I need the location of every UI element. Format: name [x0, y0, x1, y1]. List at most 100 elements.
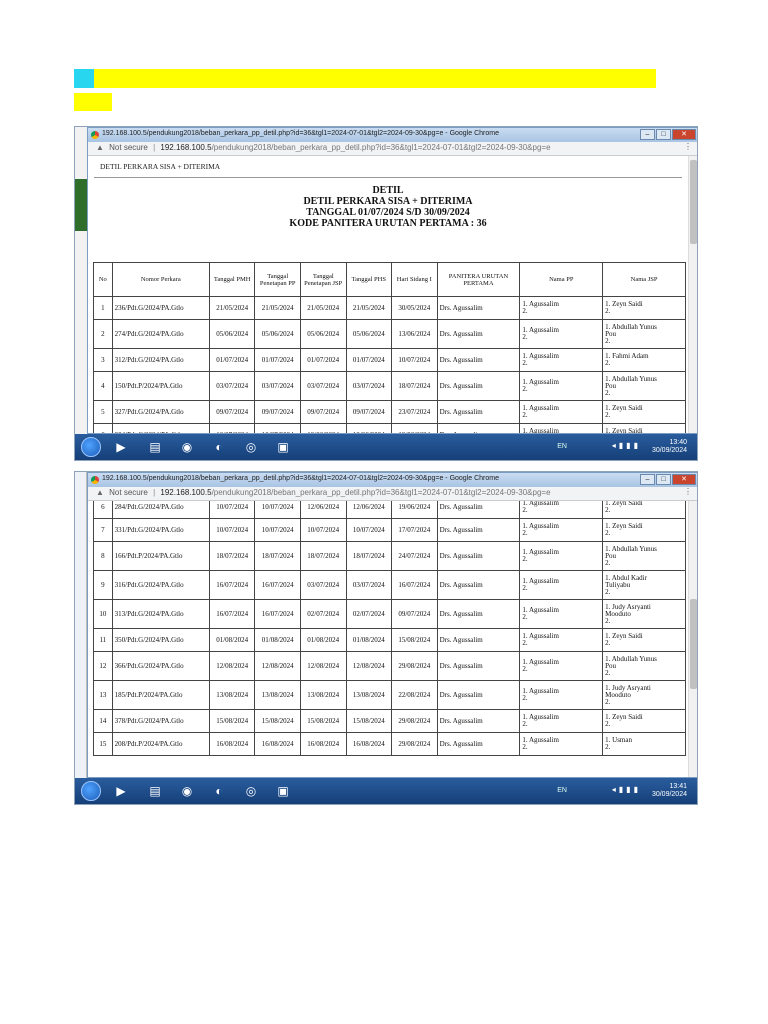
table-cell: 03/07/2024 [345, 371, 393, 401]
close-button[interactable]: ✕ [672, 129, 696, 140]
table-cell: 7 [93, 518, 113, 542]
col-header: Hari Sidang I [391, 262, 438, 297]
table-cell: 01/07/2024 [345, 348, 393, 372]
report-title-3: TANGGAL 01/07/2024 S/D 30/09/2024 [306, 207, 470, 218]
pp-name-line: 1. Agussalim [522, 577, 559, 585]
table-cell: 29/08/2024 [391, 709, 438, 733]
chrome-taskbar-icon[interactable]: ◎ [241, 438, 261, 456]
table-cell: 18/07/2024 [391, 371, 438, 401]
table-cell-pp: 1. Agussalim2. [519, 371, 604, 401]
table-cell-jsp: 1. Judy Asryanti Mooduto 2. [602, 599, 686, 629]
table-cell: Drs. Agussalim [436, 651, 521, 681]
pp-name-line: 2. [522, 720, 528, 728]
jsp-name-line: 2. [605, 506, 611, 514]
close-button[interactable]: ✕ [672, 474, 696, 485]
warning-icon: ▲ [96, 488, 104, 497]
start-button[interactable] [81, 437, 101, 457]
table-cell: 11 [93, 628, 113, 652]
report-title-1: DETIL [372, 185, 404, 196]
table-cell-pp: 1. Agussalim2. [519, 651, 604, 681]
tray-icons[interactable]: ◂▮▮▮ [612, 441, 641, 450]
minimize-button[interactable]: – [640, 129, 655, 140]
highlight-yellow-line1 [94, 69, 656, 88]
clock[interactable]: 13:40 30/09/2024 [652, 439, 687, 455]
clock[interactable]: 13:41 30/09/2024 [652, 783, 687, 799]
menu-icon[interactable]: ⋮ [684, 487, 692, 496]
media-player-icon[interactable]: ▶ [111, 438, 131, 456]
media-player-icon[interactable]: ▶ [111, 782, 131, 800]
pp-name-line: 2. [522, 411, 528, 419]
window-titlebar[interactable]: 192.168.100.5/pendukung2018/beban_perkar… [88, 473, 697, 487]
table-cell: 10/07/2024 [345, 518, 393, 542]
jsp-name-line: 1. Abdullah Yunus [605, 654, 657, 663]
table-cell: 9 [93, 570, 113, 600]
clock-time: 13:41 [669, 783, 687, 790]
language-indicator[interactable]: EN [557, 787, 567, 794]
edge-icon[interactable]: ◐ [209, 782, 229, 800]
table-cell: 4 [93, 371, 113, 401]
not-secure-label: Not secure [109, 488, 148, 497]
table-cell: 09/07/2024 [391, 599, 438, 629]
tray-icons[interactable]: ◂▮▮▮ [612, 785, 641, 794]
jsp-name-line: Pou [605, 381, 617, 390]
table-cell: Drs. Agussalim [436, 541, 521, 571]
table-cell: 16/07/2024 [391, 570, 438, 600]
table-cell: 18/07/2024 [254, 541, 301, 571]
menu-icon[interactable]: ⋮ [684, 142, 692, 151]
pp-name-line: 1. Agussalim [522, 736, 559, 744]
table-cell: 01/07/2024 [208, 348, 256, 372]
table-cell: 13/08/2024 [345, 680, 393, 710]
table-cell: 12/06/2024 [345, 423, 393, 433]
start-button[interactable] [81, 781, 101, 801]
chrome-taskbar-icon[interactable]: ◎ [241, 782, 261, 800]
table-cell: 312/Pdt.G/2024/PA.Gtlo [111, 348, 210, 372]
chrome-icon [91, 131, 99, 139]
table-cell: 284/Pdt.G/2024/PA.Gtlo [111, 423, 210, 433]
window-titlebar[interactable]: 192.168.100.5/pendukung2018/beban_perkar… [88, 128, 697, 142]
report-titles: DETIL DETIL PERKARA SISA + DITERIMA TANG… [88, 178, 688, 236]
scrollbar[interactable] [688, 501, 697, 777]
address-bar[interactable]: ▲ Not secure | 192.168.100.5/pendukung20… [88, 487, 697, 501]
jsp-name-line: 2. [605, 616, 611, 625]
scrollbar-thumb[interactable] [690, 160, 697, 244]
table-cell: 6 [93, 423, 113, 433]
edge-icon[interactable]: ◐ [209, 438, 229, 456]
table-cell: Drs. Agussalim [436, 599, 521, 629]
minimize-button[interactable]: – [640, 474, 655, 485]
table-cell-pp: 1. Agussalim2. [519, 319, 604, 349]
scrollbar[interactable] [688, 156, 697, 433]
table-row: 5 327/Pdt.G/2024/PA.Gtlo 09/07/2024 09/07/2… [93, 400, 686, 424]
screenshot-2: 192.168.100.5/pendukung2018/beban_perkar… [74, 471, 698, 805]
table-cell-pp: 1. Agussalim2. [519, 709, 604, 733]
scrollbar-thumb[interactable] [690, 599, 697, 689]
address-bar[interactable]: ▲ Not secure | 192.168.100.5/pendukung20… [88, 142, 697, 156]
firefox-icon[interactable]: ◉ [177, 782, 197, 800]
pp-name-line: 2. [522, 555, 528, 563]
table-cell: 09/07/2024 [208, 400, 256, 424]
table-cell: Drs. Agussalim [436, 570, 521, 600]
pp-name-line: 2. [522, 506, 528, 514]
pp-name-line: 1. Agussalim [522, 326, 559, 334]
maximize-button[interactable]: □ [656, 129, 671, 140]
table-cell: 30/05/2024 [391, 296, 438, 320]
address-divider: | [153, 488, 156, 497]
word-icon[interactable]: ▣ [273, 782, 293, 800]
folder-icon[interactable]: ▤ [145, 782, 165, 800]
folder-icon[interactable]: ▤ [145, 438, 165, 456]
maximize-button[interactable]: □ [656, 474, 671, 485]
firefox-icon[interactable]: ◉ [177, 438, 197, 456]
jsp-name-line: 2. [605, 668, 611, 677]
word-icon[interactable]: ▣ [273, 438, 293, 456]
table-cell-jsp: 1. Zeyn Saidi2. [602, 628, 686, 652]
jsp-name-line: 2. [605, 720, 611, 728]
table-cell: 12/06/2024 [299, 501, 347, 519]
table-row: 13 185/Pdt.P/2024/PA.Gtlo 13/08/2024 13/08/… [93, 680, 686, 710]
table-cell: 12/06/2024 [299, 423, 347, 433]
language-indicator[interactable]: EN [557, 443, 567, 450]
table-cell: 327/Pdt.G/2024/PA.Gtlo [111, 400, 210, 424]
table-cell: 09/07/2024 [299, 400, 347, 424]
pp-name-line: 1. Agussalim [522, 427, 559, 434]
table-cell: 21/05/2024 [208, 296, 256, 320]
table-cell: 12/08/2024 [254, 651, 301, 681]
jsp-name-line: 1. Zeyn Saidi [605, 713, 643, 721]
